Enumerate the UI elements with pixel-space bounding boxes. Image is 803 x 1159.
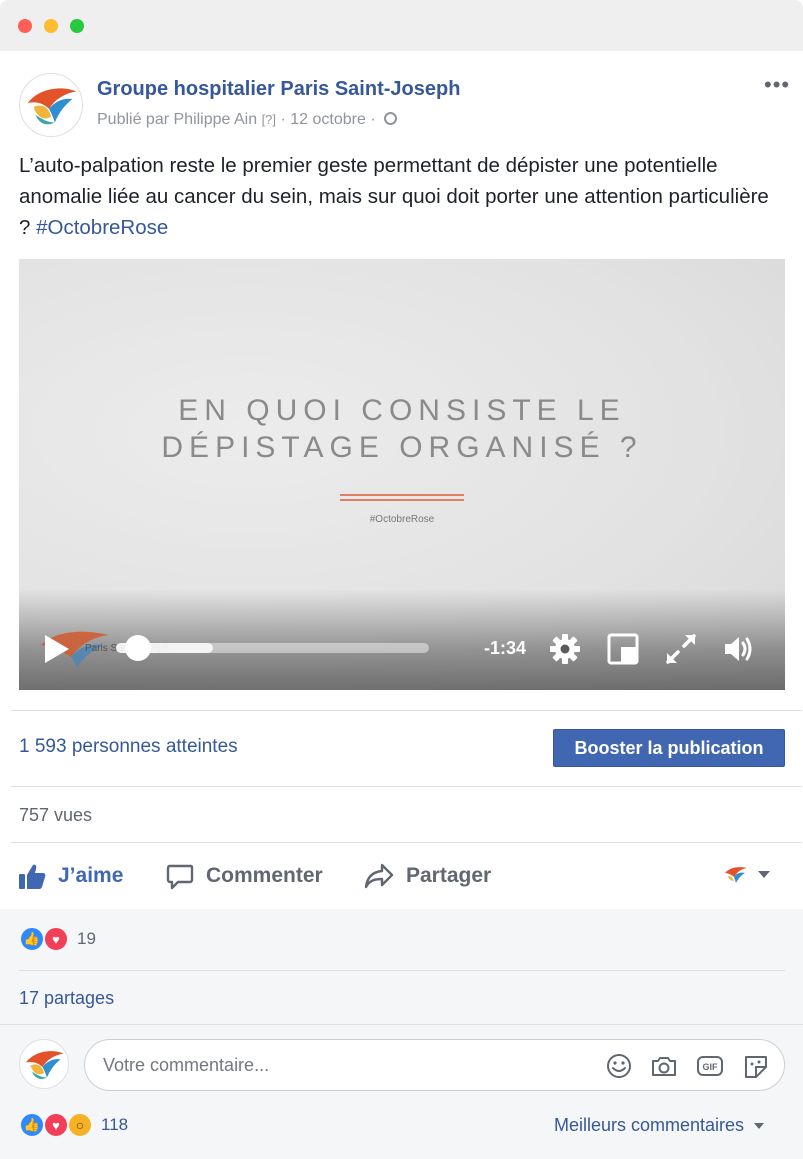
post-as-selector[interactable] xyxy=(724,864,770,884)
reactions-summary[interactable]: 👍 ♥ 19 xyxy=(19,926,96,952)
video-title: EN QUOI CONSISTE LE DÉPISTAGE ORGANISÉ ? xyxy=(19,392,785,466)
maximize-window-button[interactable] xyxy=(70,19,84,33)
divider xyxy=(0,1024,803,1025)
play-button[interactable] xyxy=(45,635,69,663)
video-hashtag: #OctobreRose xyxy=(369,514,435,525)
volume-icon[interactable] xyxy=(721,631,757,667)
divider xyxy=(11,786,802,787)
share-arrow-icon xyxy=(364,863,394,889)
comment-button[interactable]: Commenter xyxy=(166,862,323,890)
comment-reactions-summary[interactable]: 👍 ♥ ○ 118 xyxy=(19,1112,128,1138)
commenter-avatar[interactable] xyxy=(19,1039,69,1089)
page-logo-icon xyxy=(725,867,747,883)
picture-in-picture-icon[interactable] xyxy=(605,631,641,667)
page-avatar[interactable] xyxy=(19,73,83,137)
fullscreen-icon[interactable] xyxy=(663,631,699,667)
wow-reaction-icon: ○ xyxy=(67,1112,93,1138)
svg-text:GIF: GIF xyxy=(703,1062,719,1072)
comment-label: Commenter xyxy=(206,864,323,887)
comment-input[interactable] xyxy=(103,1052,583,1078)
people-reached-link[interactable]: 1 593 personnes atteintes xyxy=(19,736,238,758)
views-count: 757 vues xyxy=(19,805,93,825)
reactions-count: 19 xyxy=(77,929,96,948)
like-button[interactable]: J’aime xyxy=(18,862,123,890)
share-button[interactable]: Partager xyxy=(364,862,491,890)
chevron-down-icon xyxy=(754,1122,765,1129)
more-options-button[interactable]: ••• xyxy=(764,72,790,98)
post-meta: Publié par Philippe Ain [?] · 12 octobre… xyxy=(97,111,398,129)
chevron-down-icon xyxy=(758,870,770,878)
close-window-button[interactable] xyxy=(18,19,32,33)
globe-icon[interactable] xyxy=(384,112,398,125)
minimize-window-button[interactable] xyxy=(44,19,58,33)
video-progress-bar[interactable] xyxy=(116,635,429,661)
video-rule xyxy=(340,494,464,496)
shares-link[interactable]: 17 partages xyxy=(19,988,114,1009)
post-date[interactable]: 12 octobre xyxy=(290,111,366,128)
meta-separator: · xyxy=(370,111,376,128)
like-reaction-icon: 👍 xyxy=(19,926,45,952)
boost-post-button[interactable]: Booster la publication xyxy=(553,729,785,767)
page-name-link[interactable]: Groupe hospitalier Paris Saint-Joseph xyxy=(97,78,460,101)
window-titlebar xyxy=(0,0,803,51)
reactions-total: 118 xyxy=(101,1115,129,1134)
love-reaction-icon: ♥ xyxy=(43,926,69,952)
hashtag-link[interactable]: #OctobreRose xyxy=(36,216,168,239)
video-title-line: DÉPISTAGE ORGANISÉ ? xyxy=(161,431,643,464)
video-rule xyxy=(340,499,464,501)
divider xyxy=(19,970,785,971)
page-logo-icon xyxy=(27,88,77,125)
time-remaining: -1:34 xyxy=(484,638,527,658)
emoji-icon[interactable] xyxy=(605,1053,633,1079)
thumbs-up-icon xyxy=(19,864,46,889)
share-label: Partager xyxy=(406,864,492,887)
like-reaction-icon: 👍 xyxy=(19,1112,45,1138)
video-title-line: EN QUOI CONSISTE LE xyxy=(178,394,626,427)
post-text: L’auto-palpation reste le premier geste … xyxy=(19,150,779,243)
comment-bubble-icon xyxy=(166,864,194,890)
page-logo-icon xyxy=(26,1051,64,1079)
divider xyxy=(11,842,802,843)
gif-icon[interactable]: GIF xyxy=(696,1053,724,1079)
camera-icon[interactable] xyxy=(650,1053,678,1079)
help-marker[interactable]: [?] xyxy=(262,112,276,127)
love-reaction-icon: ♥ xyxy=(43,1112,69,1138)
comment-sort-dropdown[interactable]: Meilleurs commentaires xyxy=(554,1115,765,1136)
divider xyxy=(11,710,802,711)
comment-sort-label: Meilleurs commentaires xyxy=(554,1115,745,1135)
video-player[interactable]: EN QUOI CONSISTE LE DÉPISTAGE ORGANISÉ ?… xyxy=(19,259,785,690)
meta-separator: · xyxy=(280,111,286,128)
settings-gear-icon[interactable] xyxy=(547,631,583,667)
comment-composer[interactable]: GIF xyxy=(84,1039,785,1091)
published-by[interactable]: Publié par Philippe Ain xyxy=(97,111,257,128)
like-label: J’aime xyxy=(58,864,124,887)
sticker-icon[interactable] xyxy=(742,1053,770,1079)
